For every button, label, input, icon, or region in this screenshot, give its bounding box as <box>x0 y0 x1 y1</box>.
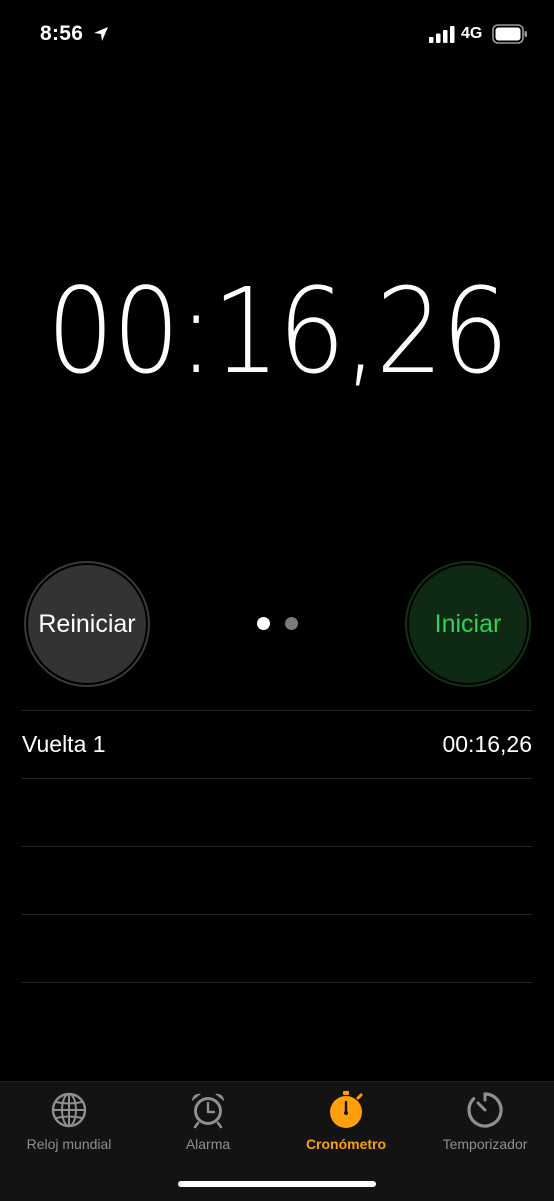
alarm-clock-icon <box>191 1093 225 1129</box>
empty-lap-row <box>22 778 532 846</box>
lap-time: 00:16,26 <box>442 731 532 757</box>
page-dot[interactable] <box>285 617 298 630</box>
globe-icon <box>51 1092 87 1128</box>
tab-alarm[interactable]: Alarma <box>139 1090 277 1160</box>
reset-button-label: Reiniciar <box>28 565 146 683</box>
location-arrow-icon <box>94 27 108 41</box>
lap-label: Vuelta 1 <box>22 731 106 757</box>
empty-lap-row <box>22 982 532 1050</box>
reset-button[interactable]: Reiniciar <box>24 561 150 687</box>
tab-label: Cronómetro <box>305 1136 387 1152</box>
tab-stopwatch[interactable]: Cronómetro <box>277 1090 415 1160</box>
tab-label: Alarma <box>185 1136 231 1152</box>
start-button[interactable]: Iniciar <box>405 561 531 687</box>
page-dot-active[interactable] <box>257 617 270 630</box>
battery-icon <box>492 24 527 44</box>
status-bar: 8:56 4G <box>0 0 554 70</box>
page-indicator[interactable] <box>257 617 303 631</box>
signal-icon <box>429 26 455 43</box>
stopwatch-time: 00:16,26 <box>46 262 509 400</box>
start-button-label: Iniciar <box>409 565 527 683</box>
stopwatch-icon <box>330 1091 363 1128</box>
status-time: 8:56 <box>40 22 84 45</box>
tab-world-clock[interactable]: Reloj mundial <box>0 1090 138 1160</box>
tab-label: Reloj mundial <box>26 1136 112 1152</box>
laps-list[interactable]: Vuelta 1 00:16,26 <box>22 710 532 1050</box>
timer-icon <box>467 1092 503 1128</box>
tab-label: Temporizador <box>442 1136 528 1152</box>
home-indicator[interactable] <box>178 1181 376 1187</box>
empty-lap-row <box>22 846 532 914</box>
tab-timer[interactable]: Temporizador <box>416 1090 554 1160</box>
network-type: 4G <box>461 25 483 42</box>
empty-lap-row <box>22 914 532 982</box>
lap-row: Vuelta 1 00:16,26 <box>22 710 532 778</box>
